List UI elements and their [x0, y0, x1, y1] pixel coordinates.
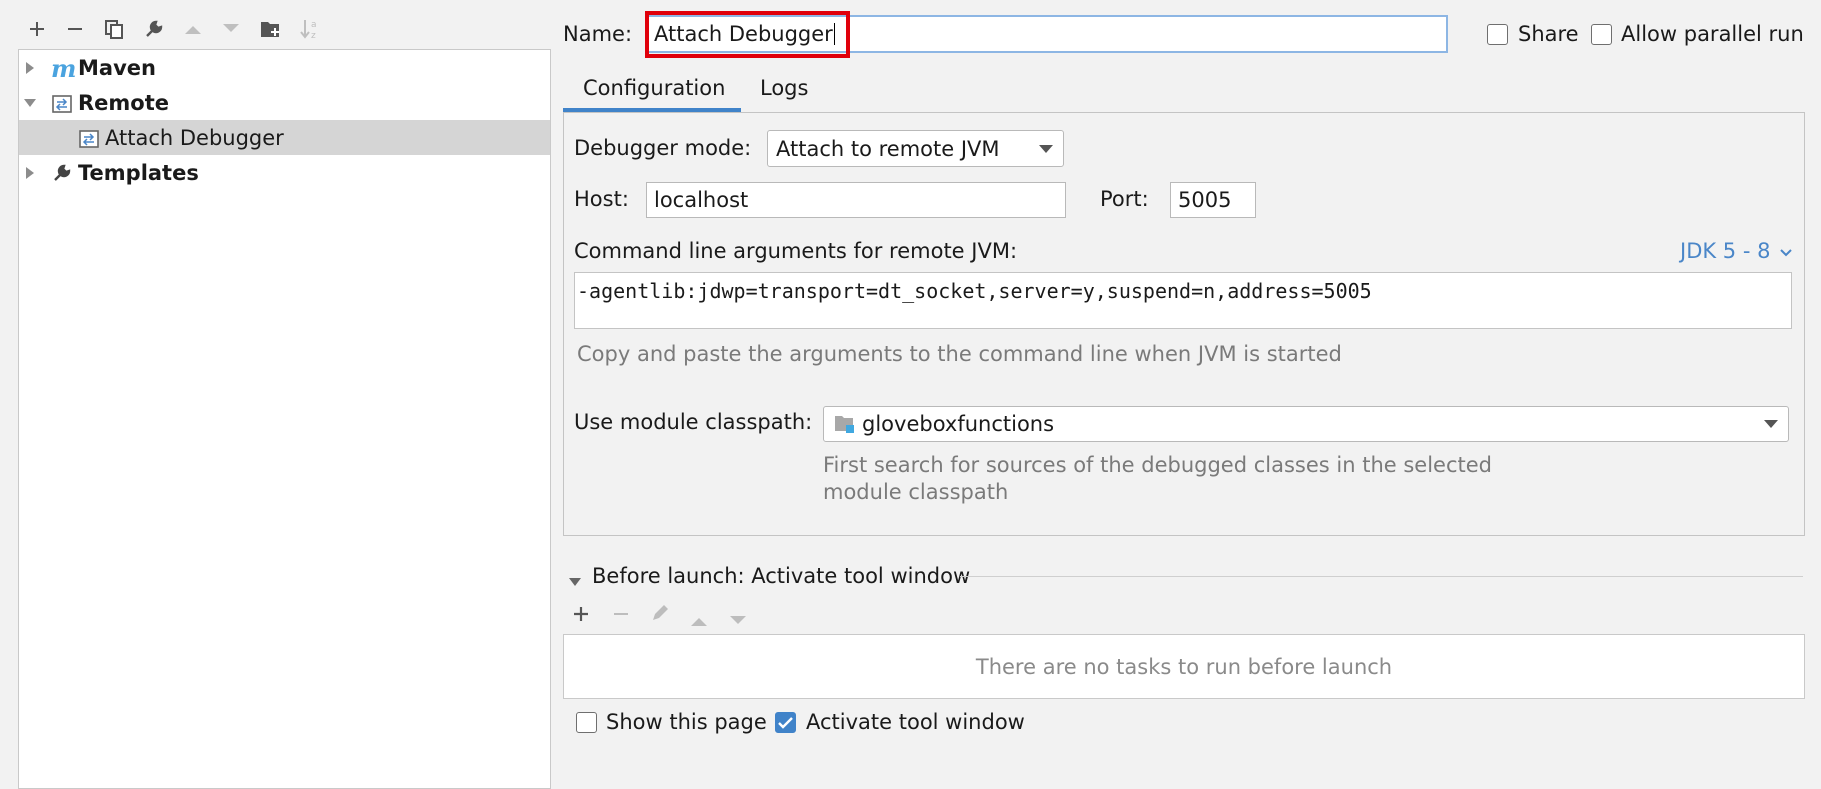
before-launch-title: Before launch: Activate tool window — [592, 564, 971, 588]
debugger-mode-label: Debugger mode: — [574, 136, 752, 160]
tree-item-remote[interactable]: Remote — [19, 85, 550, 120]
show-this-page-checkbox[interactable] — [576, 712, 597, 733]
expand-arrow-icon[interactable] — [23, 166, 37, 180]
configuration-tree[interactable]: m Maven Remote Attach Debugger Templates — [18, 49, 551, 789]
sort-icon[interactable]: az — [295, 14, 325, 44]
tab-configuration[interactable]: Configuration — [563, 70, 741, 112]
allow-parallel-run-checkbox[interactable] — [1591, 24, 1612, 45]
debugger-mode-select[interactable]: Attach to remote JVM — [767, 130, 1064, 167]
remote-config-icon — [79, 129, 99, 153]
tree-item-label: Attach Debugger — [105, 125, 284, 150]
svg-text:z: z — [311, 31, 316, 40]
debugger-mode-value: Attach to remote JVM — [776, 136, 1000, 161]
module-classpath-label: Use module classpath: — [574, 410, 813, 434]
tab-label: Configuration — [583, 76, 726, 100]
before-launch-collapse-icon[interactable] — [568, 568, 582, 592]
tree-item-label: Maven — [78, 55, 156, 80]
add-task-icon[interactable] — [572, 604, 590, 628]
module-classpath-select[interactable]: gloveboxfunctions — [823, 406, 1789, 442]
separator — [960, 576, 1803, 577]
wrench-icon[interactable] — [139, 14, 169, 44]
tree-item-maven[interactable]: m Maven — [19, 50, 550, 85]
host-field[interactable]: localhost — [646, 182, 1066, 218]
tree-item-templates[interactable]: Templates — [19, 155, 550, 190]
tree-item-label: Templates — [78, 160, 199, 185]
port-value: 5005 — [1178, 188, 1232, 212]
move-down-icon[interactable] — [216, 14, 246, 44]
checkmark-icon — [778, 716, 793, 729]
copy-icon[interactable] — [99, 14, 129, 44]
port-label: Port: — [1100, 187, 1149, 211]
highlight-box — [645, 11, 850, 58]
maven-icon: m — [51, 54, 77, 83]
activate-tool-window-checkbox[interactable] — [775, 712, 796, 733]
cmd-args-hint: Copy and paste the arguments to the comm… — [577, 342, 1342, 366]
module-hint-line1: First search for sources of the debugged… — [823, 453, 1493, 477]
tab-label: Logs — [760, 76, 809, 100]
host-value: localhost — [654, 188, 749, 212]
empty-task-list-text: There are no tasks to run before launch — [975, 654, 1393, 679]
jdk-version-value: JDK 5 - 8 — [1680, 239, 1771, 263]
name-label: Name: — [563, 22, 633, 46]
tab-logs[interactable]: Logs — [748, 70, 838, 112]
chevron-down-icon — [1039, 144, 1053, 153]
allow-parallel-run-label: Allow parallel run — [1621, 22, 1804, 46]
cmd-args-field[interactable]: -agentlib:jdwp=transport=dt_socket,serve… — [574, 272, 1792, 329]
port-field[interactable]: 5005 — [1170, 182, 1256, 218]
host-label: Host: — [574, 187, 629, 211]
new-folder-icon[interactable] — [256, 14, 286, 44]
svg-text:a: a — [311, 20, 317, 30]
move-down-icon[interactable] — [729, 608, 747, 632]
module-folder-icon — [835, 416, 854, 433]
jdk-version-link[interactable]: JDK 5 - 8 — [1680, 239, 1792, 263]
module-hint-line2: module classpath — [823, 480, 1009, 504]
chevron-down-icon — [1780, 249, 1792, 257]
tree-item-attach-debugger[interactable]: Attach Debugger — [19, 120, 550, 155]
remote-icon — [52, 94, 72, 118]
add-icon[interactable] — [22, 14, 52, 44]
edit-task-icon[interactable] — [650, 603, 670, 628]
collapse-arrow-icon[interactable] — [23, 96, 37, 110]
chevron-down-icon — [1764, 420, 1778, 428]
module-classpath-value: gloveboxfunctions — [862, 412, 1055, 436]
share-label: Share — [1518, 22, 1579, 46]
activate-tool-window-label: Activate tool window — [806, 710, 1025, 734]
remove-icon[interactable] — [60, 14, 90, 44]
before-launch-task-list[interactable]: There are no tasks to run before launch — [563, 634, 1805, 699]
cmd-args-label: Command line arguments for remote JVM: — [574, 239, 1018, 263]
configuration-panel: Debugger mode: Attach to remote JVM Host… — [563, 112, 1805, 536]
tree-item-label: Remote — [78, 90, 170, 115]
expand-arrow-icon[interactable] — [23, 61, 37, 75]
remove-task-icon[interactable] — [612, 604, 630, 628]
share-checkbox[interactable] — [1487, 24, 1508, 45]
cmd-args-value: -agentlib:jdwp=transport=dt_socket,serve… — [577, 279, 1372, 303]
show-this-page-label: Show this page — [606, 710, 767, 734]
move-up-icon[interactable] — [690, 608, 708, 632]
move-up-icon[interactable] — [178, 14, 208, 44]
wrench-icon — [52, 163, 72, 188]
